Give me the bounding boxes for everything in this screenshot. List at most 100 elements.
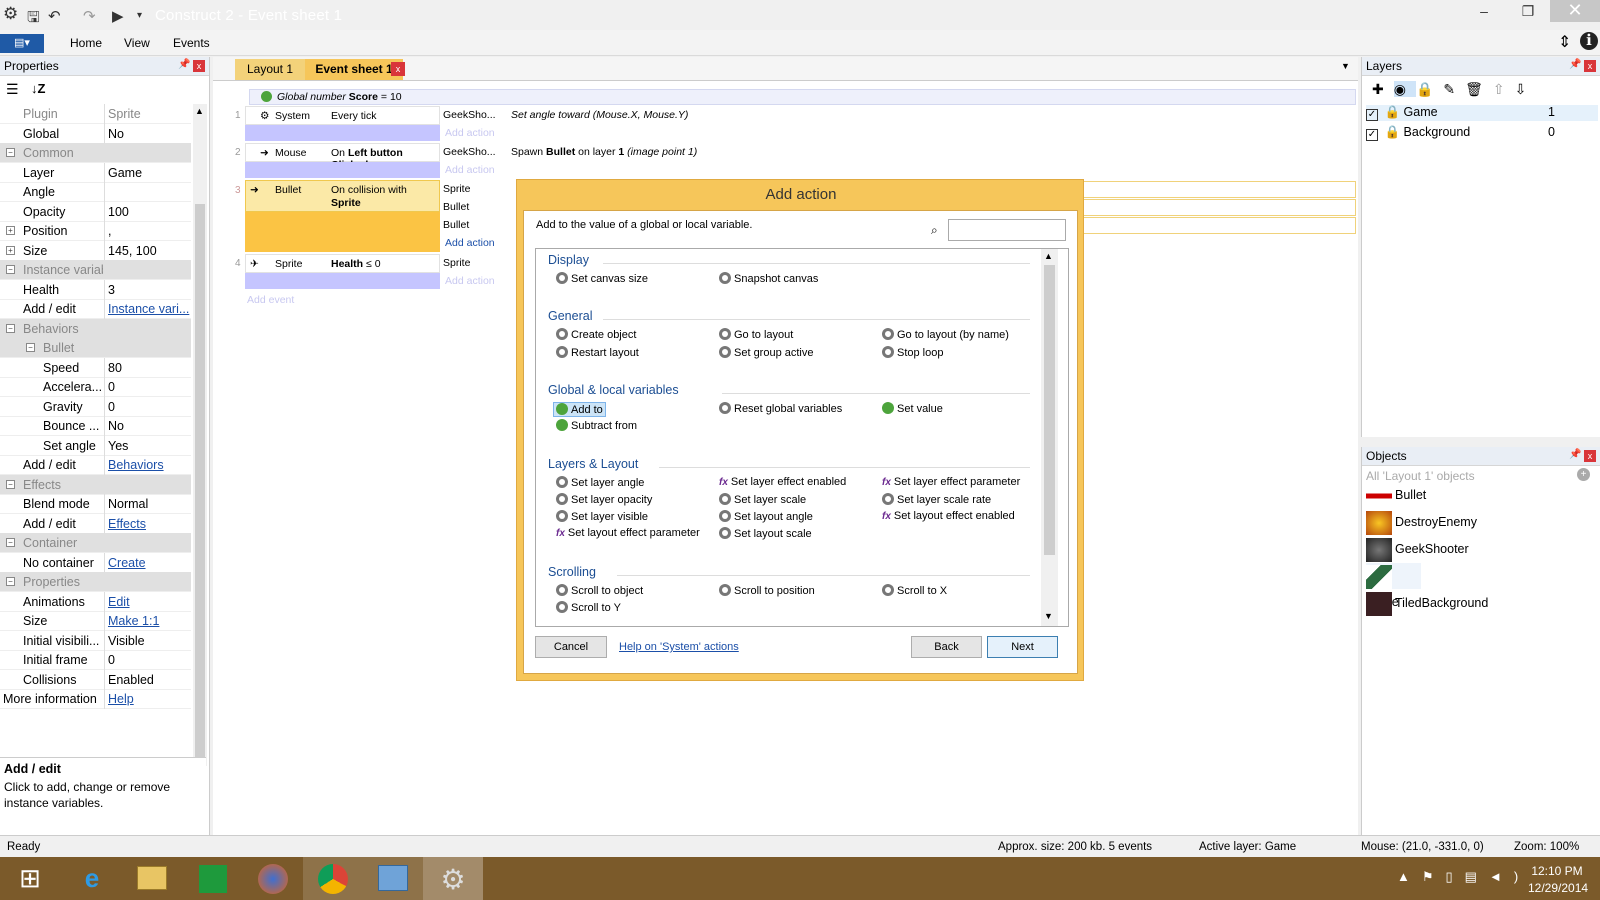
event-1-action-text[interactable]: Set angle toward (Mouse.X, Mouse.Y) <box>511 109 688 121</box>
move-up-icon[interactable]: ⇧ <box>1493 81 1515 97</box>
action-list-scrollbar[interactable]: ▲ ▼ <box>1041 249 1058 626</box>
start-button[interactable]: ⊞ <box>0 857 60 900</box>
tab-events[interactable]: Events <box>173 36 210 50</box>
action-item[interactable]: Set layer scale rate <box>882 492 991 506</box>
add-action-link[interactable]: Add action <box>445 275 495 287</box>
event-1-action[interactable]: GeekSho... <box>443 109 496 121</box>
action-item[interactable]: fx Set layout effect parameter <box>556 527 700 539</box>
property-category[interactable]: − Properties <box>0 572 191 592</box>
event-3-action-2[interactable]: Bullet <box>443 201 469 213</box>
property-link[interactable]: Make 1:1 <box>108 614 190 628</box>
info-icon[interactable]: ℹ <box>1580 32 1598 50</box>
property-link[interactable]: Edit <box>108 595 190 609</box>
action-item[interactable]: fx Set layer effect parameter <box>882 476 1020 488</box>
tab-layout-1[interactable]: Layout 1 <box>235 59 305 80</box>
eye-icon[interactable]: ◉ <box>1393 81 1416 97</box>
action-item[interactable]: Set value <box>882 401 943 415</box>
property-link[interactable]: Help <box>108 692 190 706</box>
add-action-link[interactable]: Add action <box>445 164 495 176</box>
event-2-action-text[interactable]: Spawn Bullet on layer 1 (image point 1) <box>511 146 697 158</box>
delete-icon[interactable]: 🗑 <box>1465 81 1493 97</box>
property-category[interactable]: −Instance variables <box>0 260 191 280</box>
property-row[interactable]: Initial visibili... Visible <box>0 630 191 651</box>
event-4-action[interactable]: Sprite <box>443 257 470 269</box>
object-item[interactable]: TiledBackground <box>1366 590 1488 616</box>
property-row[interactable]: Accelera... 0 <box>0 377 191 397</box>
property-row[interactable]: More information Help <box>0 689 191 709</box>
property-row[interactable]: Speed 80 <box>0 357 191 378</box>
property-link[interactable]: Create <box>108 556 190 570</box>
property-link[interactable]: Effects <box>108 517 190 531</box>
action-item[interactable]: Set layer angle <box>556 475 644 489</box>
next-button[interactable]: Next <box>987 636 1058 658</box>
categorized-sort-icon[interactable]: ☰ <box>6 81 19 98</box>
action-item[interactable]: Reset global variables <box>719 401 842 415</box>
add-action-link[interactable]: Add action <box>445 237 495 249</box>
action-item[interactable]: Restart layout <box>556 345 639 359</box>
action-item[interactable]: Stop loop <box>882 345 943 359</box>
expand-toggle-icon[interactable]: − <box>26 343 35 352</box>
move-down-icon[interactable]: ⇩ <box>1515 81 1537 97</box>
property-row[interactable]: Plugin Sprite <box>0 104 191 124</box>
maximize-button[interactable]: ❐ <box>1506 0 1550 22</box>
construct-taskbar-icon[interactable]: ⚙ <box>423 857 483 900</box>
action-item[interactable]: fx Set layout effect enabled <box>882 510 1015 522</box>
minimize-button[interactable]: – <box>1462 0 1506 22</box>
save-icon[interactable]: 🖫 <box>27 7 40 32</box>
action-item[interactable]: Set layer visible <box>556 510 648 523</box>
object-item[interactable]: Bullet <box>1366 482 1426 508</box>
layer-visible-checkbox[interactable]: ✓ <box>1366 129 1378 141</box>
close-button[interactable]: ✕ <box>1550 0 1600 22</box>
expand-toggle-icon[interactable]: − <box>6 148 15 157</box>
objects-filter[interactable]: All 'Layout 1' objects <box>1366 469 1475 483</box>
property-row[interactable]: Animations Edit <box>0 591 191 612</box>
add-object-icon[interactable]: + <box>1577 468 1590 481</box>
expand-toggle-icon[interactable]: − <box>6 538 15 547</box>
property-category[interactable]: − Bullet <box>0 338 191 358</box>
event-3-action-3[interactable]: Bullet <box>443 219 469 231</box>
action-item[interactable]: Set group active <box>719 345 814 359</box>
action-item[interactable]: Subtract from <box>556 419 637 432</box>
action-item[interactable]: Set layer opacity <box>556 492 652 506</box>
action-item[interactable]: Set layout angle <box>719 510 813 523</box>
global-variable-row[interactable]: Global number Score = 10 <box>249 89 1356 105</box>
firefox-icon[interactable] <box>243 857 303 900</box>
property-row[interactable]: Global No <box>0 123 191 144</box>
tabs-dropdown-icon[interactable]: ▼ <box>1341 61 1350 82</box>
undo-icon[interactable]: ↶ <box>48 7 61 25</box>
action-item[interactable]: Scroll to X <box>882 583 947 597</box>
expand-toggle-icon[interactable]: − <box>6 323 15 333</box>
add-event-link[interactable]: Add event <box>247 294 294 306</box>
property-row[interactable]: + Position, <box>0 221 191 241</box>
alpha-sort-icon[interactable]: ↓Z <box>31 81 45 96</box>
action-item[interactable]: Set canvas size <box>556 272 648 285</box>
panel-close-icon[interactable]: x <box>193 60 205 72</box>
action-item[interactable]: Go to layout <box>719 328 793 341</box>
pin-icon[interactable]: 📌 <box>1569 59 1581 70</box>
file-menu-button[interactable]: ▤▾ <box>0 34 44 53</box>
collapse-ribbon-icon[interactable]: ⇕ <box>1558 32 1571 52</box>
explorer-icon[interactable] <box>122 857 182 900</box>
lock-icon[interactable]: 🔒 <box>1384 105 1400 119</box>
panel-close-icon[interactable]: x <box>1584 60 1596 72</box>
panel-close-icon[interactable]: x <box>1584 450 1596 462</box>
cancel-button[interactable]: Cancel <box>535 636 607 658</box>
customize-icon[interactable]: ▾ <box>137 10 142 21</box>
lock-icon[interactable]: 🔒 <box>1416 81 1443 97</box>
store-icon[interactable] <box>183 857 243 900</box>
tab-home[interactable]: Home <box>70 36 102 50</box>
property-row[interactable]: Layer Game <box>0 162 191 183</box>
property-category[interactable]: − Behaviors <box>0 318 191 339</box>
redo-icon[interactable]: ↷ <box>83 7 96 25</box>
edit-icon[interactable]: ✎ <box>1443 81 1465 97</box>
pin-icon[interactable]: 📌 <box>178 59 190 70</box>
pin-icon[interactable]: 📌 <box>1569 449 1581 460</box>
event-2-action-object[interactable]: GeekSho... <box>443 146 496 158</box>
search-input[interactable] <box>948 219 1066 241</box>
chrome-icon[interactable] <box>303 857 363 900</box>
properties-scrollbar[interactable]: ▲ ▼ <box>193 104 207 796</box>
expand-toggle-icon[interactable]: + <box>6 245 15 255</box>
tray-clock[interactable]: 12:10 PM 12/29/2014 <box>1528 864 1588 895</box>
action-item[interactable]: Go to layout (by name) <box>882 328 1009 341</box>
lock-icon[interactable]: 🔒 <box>1384 125 1400 139</box>
